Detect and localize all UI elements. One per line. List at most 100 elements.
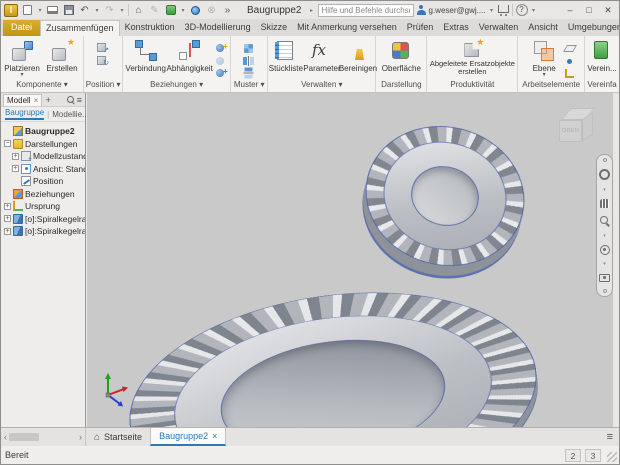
erstellen-button[interactable]: ★ Erstellen [43, 39, 81, 79]
tree-item-modellzustand[interactable]: + Modellzustand: [1, 150, 85, 163]
viewcube-side-face[interactable] [582, 113, 593, 142]
pan-hand-icon[interactable] [600, 199, 609, 208]
pattern-button[interactable] [243, 43, 255, 54]
maximize-button[interactable]: □ [581, 5, 597, 15]
minimize-button[interactable]: – [562, 5, 578, 15]
qat-overflow-button[interactable]: » [221, 4, 234, 16]
home-button[interactable]: ⌂ [132, 4, 145, 16]
ebene-dropdown[interactable]: ▾ [543, 73, 546, 78]
scroll-right-icon[interactable]: › [79, 432, 82, 442]
ersatzobjekte-button[interactable]: ★ Abgeleitete Ersatzobjekte erstellen [429, 39, 515, 79]
tab-konstruktion[interactable]: Konstruktion [120, 20, 180, 36]
group-label-vereinfachung[interactable]: Vereinfa [585, 80, 619, 92]
tree-item-position[interactable]: Position [1, 175, 85, 188]
wheel-dropdown[interactable]: ▾ [603, 188, 606, 192]
tree-item-darstellungen[interactable]: − Darstellungen [1, 138, 85, 151]
expand-expander[interactable]: + [4, 215, 11, 222]
doc-tab-startseite[interactable]: ⌂ Startseite [86, 428, 150, 446]
help-search-input[interactable] [318, 4, 414, 17]
undo-dropdown[interactable]: ▾ [94, 4, 100, 16]
close-button[interactable]: ✕ [600, 5, 616, 16]
tab-3d-modellierung[interactable]: 3D-Modellierung [180, 20, 256, 36]
platzieren-dropdown[interactable]: ▾ [20, 73, 23, 78]
browser-menu-icon[interactable]: ≡ [77, 95, 82, 105]
group-label-komponente[interactable]: Komponente ▾ [1, 80, 83, 92]
help-button[interactable]: ? [516, 4, 528, 16]
verbindung-button[interactable]: Verbindung [127, 39, 165, 79]
orbit-dropdown[interactable]: ▾ [603, 262, 606, 266]
new-file-button[interactable] [21, 4, 34, 16]
group-label-position[interactable]: Position ▾ [84, 80, 122, 92]
browser-tab-close-icon[interactable]: × [34, 96, 39, 105]
tab-extras[interactable]: Extras [438, 20, 474, 36]
group-label-verwalten[interactable]: Verwalten ▾ [268, 80, 375, 92]
tree-item-beziehungen[interactable]: Beziehungen [1, 188, 85, 201]
app-store-cart-icon[interactable] [498, 5, 509, 13]
tab-zusammenfuegen[interactable]: Zusammenfügen [40, 20, 120, 36]
redo-dropdown[interactable]: ▾ [119, 4, 125, 16]
zoom-icon[interactable] [599, 215, 610, 226]
tab-list-menu-icon[interactable]: ≡ [601, 428, 619, 446]
material-button[interactable]: ⊗ [205, 4, 218, 16]
doc-tab-baugruppe2[interactable]: Baugruppe2 × [150, 428, 226, 446]
ucs-button[interactable] [563, 68, 575, 79]
scrollbar-thumb[interactable] [9, 433, 39, 441]
tree-item-spiralkegelrad-2[interactable]: + [o]:Spiralkegelradp [1, 225, 85, 238]
navbar-options-icon[interactable] [603, 158, 607, 162]
local-update-button[interactable] [164, 4, 177, 16]
free-move-button[interactable]: ↗ [97, 43, 109, 54]
ring-gear-model[interactable] [116, 268, 551, 427]
navigation-wheel-icon[interactable] [599, 169, 610, 180]
select-button[interactable] [189, 4, 202, 16]
inventor-logo-icon[interactable]: I [4, 4, 18, 17]
subtab-baugruppe[interactable]: Baugruppe [5, 108, 44, 120]
redo-button[interactable]: ↷ [103, 4, 116, 16]
browser-horizontal-scrollbar[interactable]: ‹ › [1, 428, 86, 446]
work-point-button[interactable] [563, 56, 575, 67]
mirror-button[interactable] [243, 56, 255, 67]
new-file-dropdown[interactable]: ▾ [37, 4, 43, 16]
browser-search-icon[interactable] [67, 96, 75, 104]
group-label-muster[interactable]: Muster ▾ [231, 80, 267, 92]
user-dropdown[interactable]: ▾ [489, 4, 495, 16]
group-label-produktivitaet[interactable]: Produktivität [427, 80, 517, 92]
collapse-expander[interactable]: − [4, 140, 11, 147]
expand-expander[interactable]: + [4, 228, 11, 235]
view-cube[interactable]: OBEN [557, 107, 597, 151]
browser-add-tab-button[interactable]: + [44, 95, 52, 105]
orbit-icon[interactable] [600, 245, 610, 255]
help-dropdown[interactable]: ▾ [531, 4, 537, 16]
pinion-gear-model[interactable] [351, 109, 540, 282]
open-button[interactable] [46, 4, 59, 16]
navbar-customize-icon[interactable] [603, 289, 607, 293]
tree-item-spiralkegelrad-1[interactable]: + [o]:Spiralkegelradp [1, 213, 85, 226]
group-label-darstellung[interactable]: Darstellung [376, 80, 426, 92]
zoom-dropdown[interactable]: ▾ [603, 234, 606, 238]
expand-expander[interactable]: + [12, 153, 19, 160]
abhaengigkeit-button[interactable]: Abhängigkeit [167, 39, 213, 79]
work-axis-button[interactable] [563, 43, 575, 54]
bereinigen-button[interactable]: Bereinigen [341, 39, 375, 79]
free-rotate-button[interactable]: ↻ [97, 56, 109, 67]
other-relationship-button[interactable]: + [215, 68, 227, 79]
scroll-left-icon[interactable]: ‹ [4, 432, 7, 442]
sketch-button[interactable]: ✎ [148, 4, 161, 16]
tab-mit-anmerkung-versehen[interactable]: Mit Anmerkung versehen [292, 20, 402, 36]
look-at-icon[interactable] [599, 274, 610, 282]
tab-pruefen[interactable]: Prüfen [402, 20, 439, 36]
group-label-beziehungen[interactable]: Beziehungen ▾ [123, 80, 230, 92]
subtab-modellierung[interactable]: Modellie... [52, 110, 88, 119]
tree-item-ursprung[interactable]: + Ursprung [1, 200, 85, 213]
tab-ansicht[interactable]: Ansicht [523, 20, 563, 36]
tab-verwalten[interactable]: Verwalten [474, 20, 524, 36]
tab-umgebungen[interactable]: Umgebungen [563, 20, 620, 36]
copy-button[interactable] [243, 68, 255, 79]
tree-item-baugruppe2[interactable]: Baugruppe2 [1, 125, 85, 138]
oberflaeche-button[interactable]: Oberfläche [378, 39, 424, 79]
3d-viewport[interactable]: OBEN ▾ ▾ ▾ [87, 93, 613, 427]
resize-grip[interactable] [607, 452, 617, 462]
ebene-button[interactable]: Ebene ▾ [527, 39, 561, 79]
stueckliste-button[interactable]: Stückliste [269, 39, 303, 79]
browser-tab-modell[interactable]: Modell × [3, 94, 42, 106]
vereinfachen-button[interactable]: Verein... [587, 39, 617, 79]
